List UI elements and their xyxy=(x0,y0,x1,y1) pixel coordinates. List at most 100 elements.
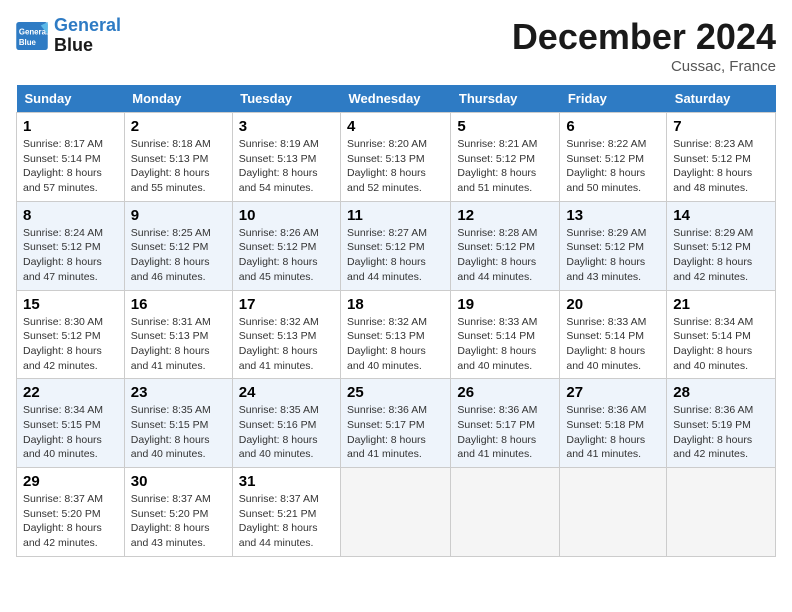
day-info: Sunrise: 8:19 AM Sunset: 5:13 PM Dayligh… xyxy=(239,137,334,196)
logo: General Blue GeneralBlue xyxy=(16,16,121,56)
calendar-cell: 16 Sunrise: 8:31 AM Sunset: 5:13 PM Dayl… xyxy=(124,290,232,379)
day-number: 21 xyxy=(673,296,769,313)
header-thursday: Thursday xyxy=(451,85,560,113)
day-number: 24 xyxy=(239,384,334,401)
day-info: Sunrise: 8:24 AM Sunset: 5:12 PM Dayligh… xyxy=(23,226,118,285)
calendar-cell: 1 Sunrise: 8:17 AM Sunset: 5:14 PM Dayli… xyxy=(17,113,125,202)
calendar-cell: 27 Sunrise: 8:36 AM Sunset: 5:18 PM Dayl… xyxy=(560,379,667,468)
calendar-cell: 3 Sunrise: 8:19 AM Sunset: 5:13 PM Dayli… xyxy=(232,113,340,202)
day-number: 11 xyxy=(347,207,444,224)
calendar-cell: 17 Sunrise: 8:32 AM Sunset: 5:13 PM Dayl… xyxy=(232,290,340,379)
day-number: 9 xyxy=(131,207,226,224)
calendar-week-row: 22 Sunrise: 8:34 AM Sunset: 5:15 PM Dayl… xyxy=(17,379,776,468)
day-info: Sunrise: 8:32 AM Sunset: 5:13 PM Dayligh… xyxy=(239,315,334,374)
day-info: Sunrise: 8:27 AM Sunset: 5:12 PM Dayligh… xyxy=(347,226,444,285)
day-number: 3 xyxy=(239,118,334,135)
day-number: 17 xyxy=(239,296,334,313)
calendar-table: Sunday Monday Tuesday Wednesday Thursday… xyxy=(16,85,776,557)
calendar-cell: 23 Sunrise: 8:35 AM Sunset: 5:15 PM Dayl… xyxy=(124,379,232,468)
day-number: 5 xyxy=(457,118,553,135)
calendar-cell: 6 Sunrise: 8:22 AM Sunset: 5:12 PM Dayli… xyxy=(560,113,667,202)
header-monday: Monday xyxy=(124,85,232,113)
page-header: General Blue GeneralBlue December 2024 C… xyxy=(16,16,776,75)
header-wednesday: Wednesday xyxy=(341,85,451,113)
calendar-cell xyxy=(560,468,667,557)
calendar-cell: 7 Sunrise: 8:23 AM Sunset: 5:12 PM Dayli… xyxy=(667,113,776,202)
day-number: 18 xyxy=(347,296,444,313)
day-info: Sunrise: 8:34 AM Sunset: 5:15 PM Dayligh… xyxy=(23,403,118,462)
day-info: Sunrise: 8:28 AM Sunset: 5:12 PM Dayligh… xyxy=(457,226,553,285)
calendar-cell: 28 Sunrise: 8:36 AM Sunset: 5:19 PM Dayl… xyxy=(667,379,776,468)
calendar-cell: 11 Sunrise: 8:27 AM Sunset: 5:12 PM Dayl… xyxy=(341,201,451,290)
day-info: Sunrise: 8:30 AM Sunset: 5:12 PM Dayligh… xyxy=(23,315,118,374)
calendar-week-row: 29 Sunrise: 8:37 AM Sunset: 5:20 PM Dayl… xyxy=(17,468,776,557)
weekday-header-row: Sunday Monday Tuesday Wednesday Thursday… xyxy=(17,85,776,113)
day-info: Sunrise: 8:25 AM Sunset: 5:12 PM Dayligh… xyxy=(131,226,226,285)
calendar-cell xyxy=(667,468,776,557)
day-number: 25 xyxy=(347,384,444,401)
day-info: Sunrise: 8:36 AM Sunset: 5:18 PM Dayligh… xyxy=(566,403,660,462)
calendar-cell xyxy=(451,468,560,557)
title-area: December 2024 Cussac, France xyxy=(512,16,776,75)
header-saturday: Saturday xyxy=(667,85,776,113)
day-number: 16 xyxy=(131,296,226,313)
day-number: 12 xyxy=(457,207,553,224)
day-number: 23 xyxy=(131,384,226,401)
day-number: 13 xyxy=(566,207,660,224)
day-info: Sunrise: 8:23 AM Sunset: 5:12 PM Dayligh… xyxy=(673,137,769,196)
calendar-cell: 13 Sunrise: 8:29 AM Sunset: 5:12 PM Dayl… xyxy=(560,201,667,290)
day-info: Sunrise: 8:32 AM Sunset: 5:13 PM Dayligh… xyxy=(347,315,444,374)
day-info: Sunrise: 8:31 AM Sunset: 5:13 PM Dayligh… xyxy=(131,315,226,374)
day-info: Sunrise: 8:37 AM Sunset: 5:20 PM Dayligh… xyxy=(23,492,118,551)
calendar-cell xyxy=(341,468,451,557)
logo-icon: General Blue xyxy=(16,22,48,50)
calendar-cell: 12 Sunrise: 8:28 AM Sunset: 5:12 PM Dayl… xyxy=(451,201,560,290)
calendar-cell: 25 Sunrise: 8:36 AM Sunset: 5:17 PM Dayl… xyxy=(341,379,451,468)
day-number: 19 xyxy=(457,296,553,313)
calendar-cell: 4 Sunrise: 8:20 AM Sunset: 5:13 PM Dayli… xyxy=(341,113,451,202)
calendar-cell: 24 Sunrise: 8:35 AM Sunset: 5:16 PM Dayl… xyxy=(232,379,340,468)
day-number: 31 xyxy=(239,473,334,490)
day-number: 29 xyxy=(23,473,118,490)
calendar-cell: 30 Sunrise: 8:37 AM Sunset: 5:20 PM Dayl… xyxy=(124,468,232,557)
calendar-cell: 18 Sunrise: 8:32 AM Sunset: 5:13 PM Dayl… xyxy=(341,290,451,379)
day-number: 27 xyxy=(566,384,660,401)
logo-text: GeneralBlue xyxy=(54,16,121,56)
calendar-cell: 15 Sunrise: 8:30 AM Sunset: 5:12 PM Dayl… xyxy=(17,290,125,379)
calendar-cell: 8 Sunrise: 8:24 AM Sunset: 5:12 PM Dayli… xyxy=(17,201,125,290)
day-info: Sunrise: 8:22 AM Sunset: 5:12 PM Dayligh… xyxy=(566,137,660,196)
day-info: Sunrise: 8:21 AM Sunset: 5:12 PM Dayligh… xyxy=(457,137,553,196)
day-number: 6 xyxy=(566,118,660,135)
day-number: 26 xyxy=(457,384,553,401)
day-info: Sunrise: 8:29 AM Sunset: 5:12 PM Dayligh… xyxy=(673,226,769,285)
day-number: 1 xyxy=(23,118,118,135)
day-info: Sunrise: 8:37 AM Sunset: 5:20 PM Dayligh… xyxy=(131,492,226,551)
day-info: Sunrise: 8:17 AM Sunset: 5:14 PM Dayligh… xyxy=(23,137,118,196)
calendar-cell: 2 Sunrise: 8:18 AM Sunset: 5:13 PM Dayli… xyxy=(124,113,232,202)
calendar-cell: 21 Sunrise: 8:34 AM Sunset: 5:14 PM Dayl… xyxy=(667,290,776,379)
day-info: Sunrise: 8:36 AM Sunset: 5:19 PM Dayligh… xyxy=(673,403,769,462)
calendar-week-row: 1 Sunrise: 8:17 AM Sunset: 5:14 PM Dayli… xyxy=(17,113,776,202)
day-info: Sunrise: 8:18 AM Sunset: 5:13 PM Dayligh… xyxy=(131,137,226,196)
calendar-cell: 20 Sunrise: 8:33 AM Sunset: 5:14 PM Dayl… xyxy=(560,290,667,379)
day-number: 30 xyxy=(131,473,226,490)
calendar-cell: 14 Sunrise: 8:29 AM Sunset: 5:12 PM Dayl… xyxy=(667,201,776,290)
calendar-cell: 19 Sunrise: 8:33 AM Sunset: 5:14 PM Dayl… xyxy=(451,290,560,379)
calendar-cell: 26 Sunrise: 8:36 AM Sunset: 5:17 PM Dayl… xyxy=(451,379,560,468)
day-number: 10 xyxy=(239,207,334,224)
calendar-cell: 31 Sunrise: 8:37 AM Sunset: 5:21 PM Dayl… xyxy=(232,468,340,557)
calendar-cell: 10 Sunrise: 8:26 AM Sunset: 5:12 PM Dayl… xyxy=(232,201,340,290)
calendar-week-row: 8 Sunrise: 8:24 AM Sunset: 5:12 PM Dayli… xyxy=(17,201,776,290)
location: Cussac, France xyxy=(512,58,776,75)
day-info: Sunrise: 8:37 AM Sunset: 5:21 PM Dayligh… xyxy=(239,492,334,551)
day-info: Sunrise: 8:36 AM Sunset: 5:17 PM Dayligh… xyxy=(457,403,553,462)
calendar-cell: 29 Sunrise: 8:37 AM Sunset: 5:20 PM Dayl… xyxy=(17,468,125,557)
header-tuesday: Tuesday xyxy=(232,85,340,113)
day-number: 15 xyxy=(23,296,118,313)
day-number: 7 xyxy=(673,118,769,135)
day-info: Sunrise: 8:26 AM Sunset: 5:12 PM Dayligh… xyxy=(239,226,334,285)
day-info: Sunrise: 8:33 AM Sunset: 5:14 PM Dayligh… xyxy=(457,315,553,374)
header-sunday: Sunday xyxy=(17,85,125,113)
day-number: 2 xyxy=(131,118,226,135)
calendar-cell: 9 Sunrise: 8:25 AM Sunset: 5:12 PM Dayli… xyxy=(124,201,232,290)
